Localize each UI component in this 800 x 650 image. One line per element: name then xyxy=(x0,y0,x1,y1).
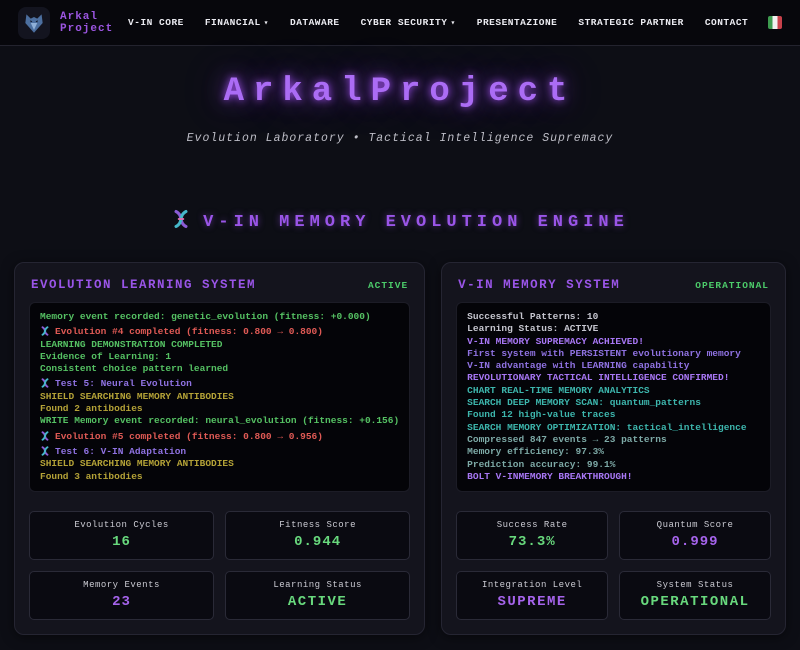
console-line: Test 6: V-IN Adaptation xyxy=(40,446,399,458)
stat-label: Evolution Cycles xyxy=(36,520,207,530)
console-line: Found 3 antibodies xyxy=(40,471,399,483)
console-log[interactable]: Memory event recorded: genetic_evolution… xyxy=(29,302,410,492)
nav-item-financial[interactable]: FINANCIAL▾ xyxy=(205,17,269,28)
stat-card-success-rate: Success Rate 73.3% xyxy=(456,511,608,560)
console-line: Evolution #4 completed (fitness: 0.800 →… xyxy=(40,326,399,338)
panel-evolution-learning-system: EVOLUTION LEARNING SYSTEM ACTIVE Memory … xyxy=(14,262,425,635)
stat-label: Quantum Score xyxy=(626,520,764,530)
console-line: WRITE Memory event recorded: neural_evol… xyxy=(40,415,399,427)
console-line: LEARNING DEMONSTRATION COMPLETED xyxy=(40,339,399,351)
console-line: Evolution #5 completed (fitness: 0.800 →… xyxy=(40,431,399,443)
stat-label: System Status xyxy=(626,580,764,590)
chevron-down-icon: ▾ xyxy=(264,19,269,28)
console-line: REVOLUTIONARY TACTICAL INTELLIGENCE CONF… xyxy=(467,372,760,384)
console-line: First system with PERSISTENT evolutionar… xyxy=(467,348,760,360)
stat-value: SUPREME xyxy=(463,594,601,610)
section-heading: V-IN MEMORY EVOLUTION ENGINE xyxy=(0,209,800,235)
wolf-logo-icon[interactable] xyxy=(18,7,50,39)
stat-card-evolution-cycles: Evolution Cycles 16 xyxy=(29,511,214,560)
dna-icon xyxy=(40,446,55,457)
console-log[interactable]: Successful Patterns: 10Learning Status: … xyxy=(456,302,771,492)
panel-title: V-IN MEMORY SYSTEM xyxy=(458,278,620,292)
console-line: Consistent choice pattern learned xyxy=(40,363,399,375)
stats-grid: Success Rate 73.3% Quantum Score 0.999 Integ… xyxy=(456,511,771,620)
main-content: ArkalProject Evolution Laboratory • Tact… xyxy=(0,73,800,635)
stat-value: 23 xyxy=(36,594,207,610)
console-line: V-IN MEMORY SUPREMACY ACHIEVED! xyxy=(467,336,760,348)
stat-label: Learning Status xyxy=(232,580,403,590)
stat-card-memory-events: Memory Events 23 xyxy=(29,571,214,620)
chevron-down-icon: ▾ xyxy=(450,19,455,28)
console-line: Memory event recorded: genetic_evolution… xyxy=(40,311,399,323)
dna-icon xyxy=(171,209,191,235)
console-line: Found 2 antibodies xyxy=(40,403,399,415)
stat-value: 0.999 xyxy=(626,534,764,550)
section-heading-label: V-IN MEMORY EVOLUTION ENGINE xyxy=(203,213,629,232)
console-line: SHIELD SEARCHING MEMORY ANTIBODIES xyxy=(40,391,399,403)
stat-value: 73.3% xyxy=(463,534,601,550)
panel-header: EVOLUTION LEARNING SYSTEM ACTIVE xyxy=(31,278,408,292)
brand-name[interactable]: Arkal Project xyxy=(60,11,128,35)
dna-icon xyxy=(40,378,55,389)
status-badge: ACTIVE xyxy=(368,280,408,291)
stat-value: ACTIVE xyxy=(232,594,403,610)
stat-card-learning-status: Learning Status ACTIVE xyxy=(225,571,410,620)
stat-value: 0.944 xyxy=(232,534,403,550)
console-line: SEARCH MEMORY OPTIMIZATION: tactical_int… xyxy=(467,422,760,434)
console-line: Found 12 high-value traces xyxy=(467,409,760,421)
page-title: ArkalProject xyxy=(0,73,800,111)
nav-item-presentazione[interactable]: PRESENTAZIONE xyxy=(477,17,558,28)
stat-label: Fitness Score xyxy=(232,520,403,530)
console-line: CHART REAL-TIME MEMORY ANALYTICS xyxy=(467,385,760,397)
italian-flag-icon[interactable] xyxy=(768,16,782,29)
nav-item-v-in-core[interactable]: V-IN CORE xyxy=(128,17,184,28)
panels: EVOLUTION LEARNING SYSTEM ACTIVE Memory … xyxy=(0,262,800,635)
panel-header: V-IN MEMORY SYSTEM OPERATIONAL xyxy=(458,278,769,292)
stat-card-integration-level: Integration Level SUPREME xyxy=(456,571,608,620)
console-line: Evidence of Learning: 1 xyxy=(40,351,399,363)
stat-value: 16 xyxy=(36,534,207,550)
console-line: BOLT V-INMEMORY BREAKTHROUGH! xyxy=(467,471,760,483)
dna-icon xyxy=(40,326,55,337)
console-line: SHIELD SEARCHING MEMORY ANTIBODIES xyxy=(40,458,399,470)
stat-label: Success Rate xyxy=(463,520,601,530)
console-line: Learning Status: ACTIVE xyxy=(467,323,760,335)
console-line: SEARCH DEEP MEMORY SCAN: quantum_pattern… xyxy=(467,397,760,409)
panel-title: EVOLUTION LEARNING SYSTEM xyxy=(31,278,256,292)
console-line: Test 5: Neural Evolution xyxy=(40,378,399,390)
page-subtitle: Evolution Laboratory • Tactical Intellig… xyxy=(0,132,800,145)
stat-card-quantum-score: Quantum Score 0.999 xyxy=(619,511,771,560)
console-line: Successful Patterns: 10 xyxy=(467,311,760,323)
nav-item-cyber-security[interactable]: CYBER SECURITY▾ xyxy=(361,17,456,28)
stat-label: Memory Events xyxy=(36,580,207,590)
console-line: Prediction accuracy: 99.1% xyxy=(467,459,760,471)
nav-item-contact[interactable]: CONTACT xyxy=(705,17,748,28)
navbar: Arkal Project V-IN CORE FINANCIAL▾ DATAWAR… xyxy=(0,0,800,46)
console-line: V-IN advantage with LEARNING capability xyxy=(467,360,760,372)
console-line: Compressed 847 events → 23 patterns xyxy=(467,434,760,446)
stats-grid: Evolution Cycles 16 Fitness Score 0.944 Memo… xyxy=(29,511,410,620)
nav-links: V-IN CORE FINANCIAL▾ DATAWARE CYBER SECURIT… xyxy=(128,17,748,28)
nav-item-dataware[interactable]: DATAWARE xyxy=(290,17,340,28)
dna-icon xyxy=(40,431,55,442)
stat-label: Integration Level xyxy=(463,580,601,590)
console-line: Memory efficiency: 97.3% xyxy=(467,446,760,458)
nav-item-strategic-partner[interactable]: STRATEGIC PARTNER xyxy=(578,17,683,28)
stat-card-fitness-score: Fitness Score 0.944 xyxy=(225,511,410,560)
stat-value: OPERATIONAL xyxy=(626,594,764,610)
status-badge: OPERATIONAL xyxy=(695,280,769,291)
panel-vin-memory-system: V-IN MEMORY SYSTEM OPERATIONAL Successfu… xyxy=(441,262,786,635)
stat-card-system-status: System Status OPERATIONAL xyxy=(619,571,771,620)
